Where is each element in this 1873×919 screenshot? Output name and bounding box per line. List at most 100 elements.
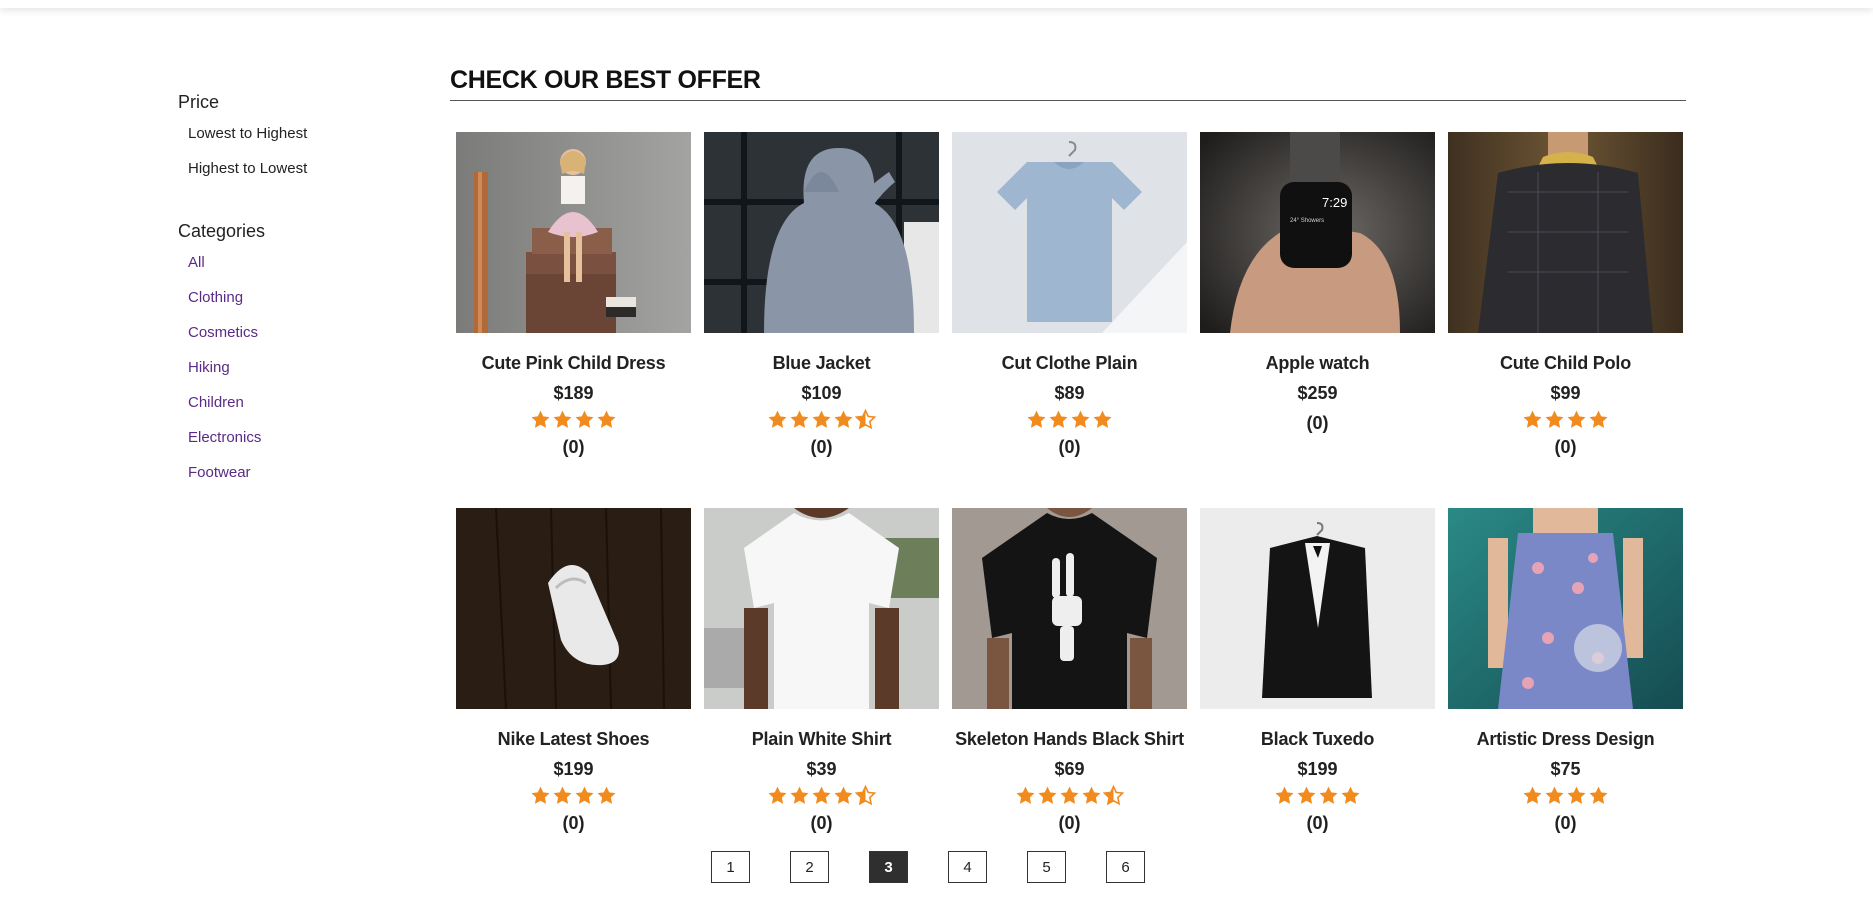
sort-lowest-to-highest[interactable]: Lowest to Highest xyxy=(188,123,418,158)
star-full-icon xyxy=(1319,786,1338,804)
product-section: CHECK OUR BEST OFFER Cute Pink Child Dre… xyxy=(450,60,1686,833)
page-button-5[interactable]: 5 xyxy=(1027,851,1066,883)
product-price: $75 xyxy=(1550,759,1581,779)
product-card[interactable]: Skeleton Hands Black Shirt $69 (0) xyxy=(952,508,1187,884)
categories-heading: Categories xyxy=(178,221,266,241)
review-count: (0) xyxy=(1306,413,1329,433)
product-price: $259 xyxy=(1297,383,1338,403)
product-grid: Cute Pink Child Dress $189 (0) Blue Jacket $… xyxy=(456,132,1686,884)
star-full-icon xyxy=(597,786,616,804)
star-full-icon xyxy=(1545,786,1564,804)
star-full-icon xyxy=(1016,786,1035,804)
star-full-icon xyxy=(834,410,853,428)
product-name[interactable]: Artistic Dress Design xyxy=(1448,727,1683,751)
product-card[interactable]: Black Tuxedo $199 (0) xyxy=(1200,508,1435,884)
product-price: $89 xyxy=(1054,383,1085,403)
category-children[interactable]: Children xyxy=(188,392,418,427)
star-full-icon xyxy=(1297,786,1316,804)
floral-dress-photo[interactable] xyxy=(1448,508,1683,709)
price-heading: Price xyxy=(178,92,220,112)
star-full-icon xyxy=(1082,786,1101,804)
review-count: (0) xyxy=(1306,813,1329,833)
product-name[interactable]: Plain White Shirt xyxy=(704,727,939,751)
sort-highest-to-lowest[interactable]: Highest to Lowest xyxy=(188,158,418,193)
product-card[interactable]: Cute Pink Child Dress $189 (0) xyxy=(456,132,691,508)
product-name[interactable]: Apple watch xyxy=(1200,351,1435,375)
skeleton-shirt-photo[interactable] xyxy=(952,508,1187,709)
star-full-icon xyxy=(812,410,831,428)
review-count: (0) xyxy=(562,437,585,457)
product-price: $109 xyxy=(801,383,842,403)
star-full-icon xyxy=(1060,786,1079,804)
page-button-3[interactable]: 3 xyxy=(869,851,908,883)
product-card[interactable]: Artistic Dress Design $75 (0) xyxy=(1448,508,1683,884)
star-rating xyxy=(952,409,1187,431)
girl-pink-dress-photo[interactable] xyxy=(456,132,691,333)
star-full-icon xyxy=(1093,410,1112,428)
page-button-6[interactable]: 6 xyxy=(1106,851,1145,883)
product-card[interactable]: 7:29 24° Showers Apple watch $259 (0) xyxy=(1200,132,1435,508)
category-cosmetics[interactable]: Cosmetics xyxy=(188,322,418,357)
page-button-2[interactable]: 2 xyxy=(790,851,829,883)
star-full-icon xyxy=(1027,410,1046,428)
star-half-icon xyxy=(855,409,876,430)
product-name[interactable]: Skeleton Hands Black Shirt xyxy=(952,727,1187,751)
category-electronics[interactable]: Electronics xyxy=(188,427,418,462)
white-sneaker-photo[interactable] xyxy=(456,508,691,709)
category-all[interactable]: All xyxy=(188,252,418,287)
product-price: $199 xyxy=(1297,759,1338,779)
product-price: $189 xyxy=(553,383,594,403)
product-name[interactable]: Nike Latest Shoes xyxy=(456,727,691,751)
top-navbar-edge xyxy=(0,0,1873,8)
svg-text:24° Showers: 24° Showers xyxy=(1290,218,1324,224)
star-full-icon xyxy=(575,786,594,804)
product-price: $39 xyxy=(806,759,837,779)
star-full-icon xyxy=(790,410,809,428)
review-count: (0) xyxy=(1554,813,1577,833)
product-price: $69 xyxy=(1054,759,1085,779)
product-name[interactable]: Black Tuxedo xyxy=(1200,727,1435,751)
product-name[interactable]: Cut Clothe Plain xyxy=(952,351,1187,375)
star-rating xyxy=(1200,785,1435,807)
product-name[interactable]: Cute Pink Child Dress xyxy=(456,351,691,375)
product-card[interactable]: Cute Child Polo $99 (0) xyxy=(1448,132,1683,508)
star-full-icon xyxy=(1545,410,1564,428)
svg-text:7:29: 7:29 xyxy=(1322,195,1347,210)
star-full-icon xyxy=(768,410,787,428)
review-count: (0) xyxy=(1058,813,1081,833)
category-list: All Clothing Cosmetics Hiking Children E… xyxy=(178,252,418,497)
star-full-icon xyxy=(1341,786,1360,804)
product-card[interactable]: Cut Clothe Plain $89 (0) xyxy=(952,132,1187,508)
pagination: 1 2 3 4 5 6 xyxy=(711,851,1145,883)
review-count: (0) xyxy=(810,813,833,833)
grey-hoodie-photo[interactable] xyxy=(704,132,939,333)
star-full-icon xyxy=(531,786,550,804)
star-rating xyxy=(1448,409,1683,431)
star-full-icon xyxy=(531,410,550,428)
page-button-1[interactable]: 1 xyxy=(711,851,750,883)
star-full-icon xyxy=(1071,410,1090,428)
black-tuxedo-photo[interactable] xyxy=(1200,508,1435,709)
star-full-icon xyxy=(1523,786,1542,804)
star-full-icon xyxy=(575,410,594,428)
blue-tshirt-hanger-photo[interactable] xyxy=(952,132,1187,333)
review-count: (0) xyxy=(1058,437,1081,457)
star-full-icon xyxy=(768,786,787,804)
product-card[interactable]: Nike Latest Shoes $199 (0) xyxy=(456,508,691,884)
category-clothing[interactable]: Clothing xyxy=(188,287,418,322)
section-title: CHECK OUR BEST OFFER xyxy=(450,60,1686,101)
product-card[interactable]: Plain White Shirt $39 (0) xyxy=(704,508,939,884)
star-full-icon xyxy=(553,410,572,428)
category-hiking[interactable]: Hiking xyxy=(188,357,418,392)
page-button-4[interactable]: 4 xyxy=(948,851,987,883)
category-footwear[interactable]: Footwear xyxy=(188,462,418,497)
product-card[interactable]: Blue Jacket $109 (0) xyxy=(704,132,939,508)
apple-watch-photo[interactable]: 7:29 24° Showers xyxy=(1200,132,1435,333)
product-name[interactable]: Cute Child Polo xyxy=(1448,351,1683,375)
child-polo-photo[interactable] xyxy=(1448,132,1683,333)
star-rating xyxy=(952,785,1187,807)
white-tshirt-photo[interactable] xyxy=(704,508,939,709)
product-name[interactable]: Blue Jacket xyxy=(704,351,939,375)
star-full-icon xyxy=(553,786,572,804)
star-full-icon xyxy=(1038,786,1057,804)
